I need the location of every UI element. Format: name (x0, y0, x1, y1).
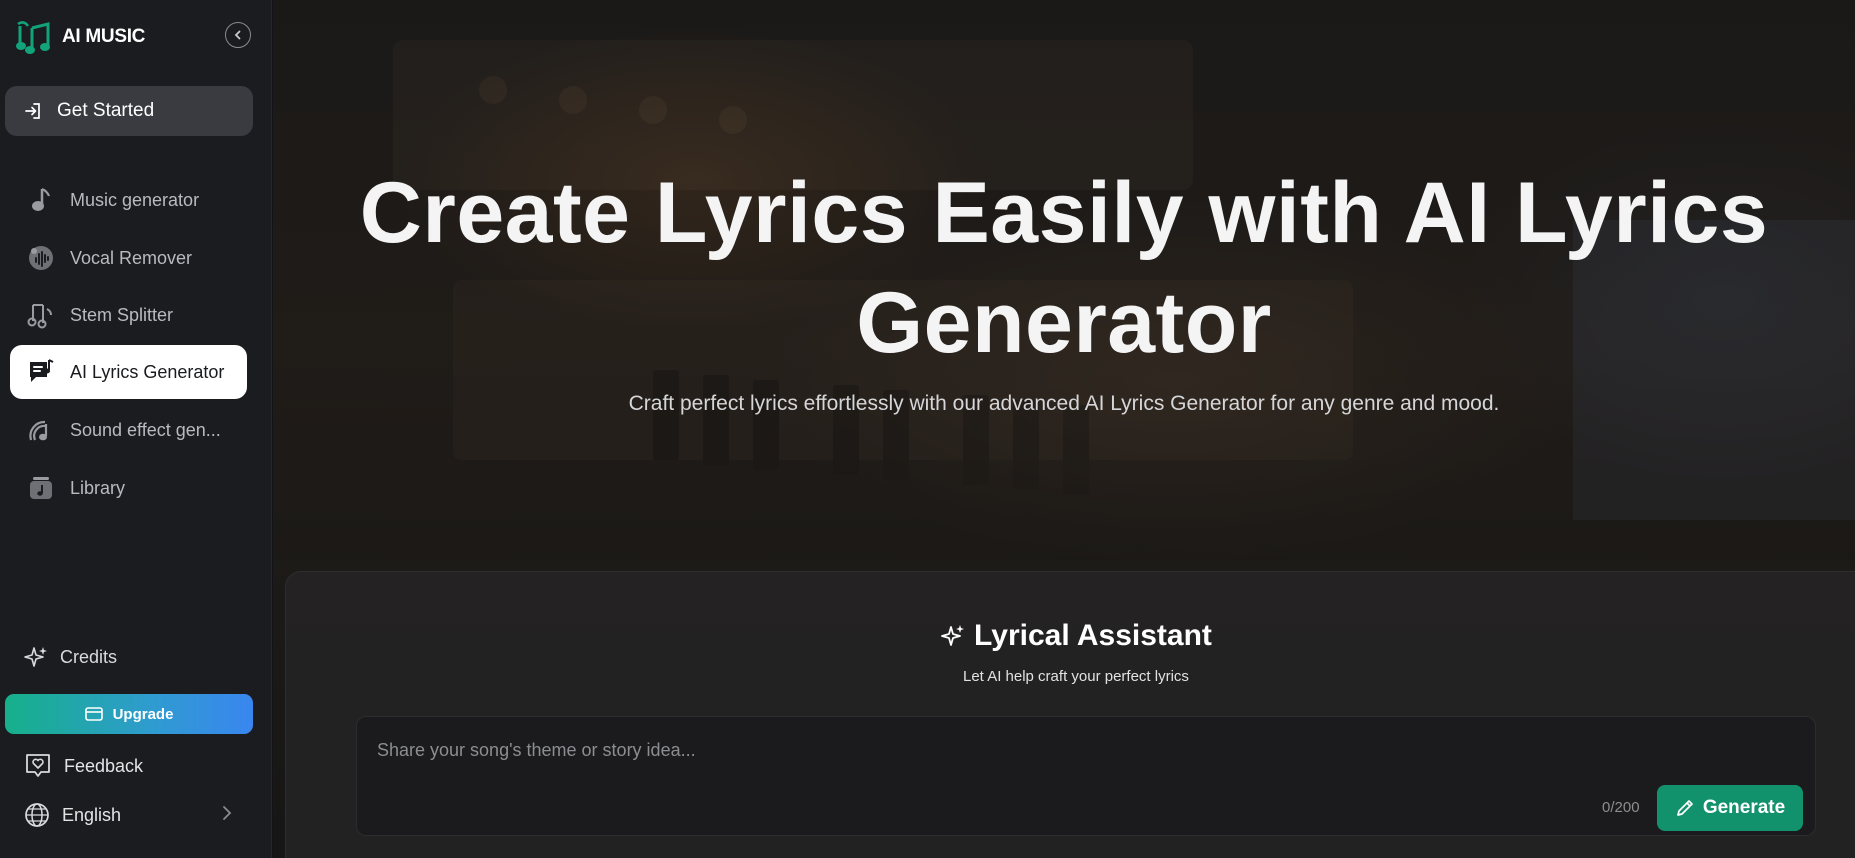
chevron-right-icon (223, 806, 232, 820)
upgrade-label: Upgrade (112, 705, 174, 723)
vocal-remover-icon (26, 243, 56, 273)
lyrics-theme-input[interactable] (377, 735, 1677, 765)
assistant-title: Lyrical Assistant (436, 619, 1716, 653)
get-started-button[interactable]: Get Started (5, 86, 253, 136)
credit-card-icon (84, 707, 103, 721)
credits-label: Credits (60, 646, 118, 667)
feedback-button[interactable]: Feedback (24, 752, 143, 780)
sidebar-item-label: Sound effect gen... (70, 419, 221, 440)
pencil-icon (1676, 800, 1693, 816)
sidebar-item-label: Library (70, 477, 126, 498)
prompt-box: 0/200 Generate (356, 716, 1816, 836)
brand[interactable]: AI MUSIC (14, 18, 145, 56)
sidebar-item-label: AI Lyrics Generator (70, 361, 225, 382)
get-started-label: Get Started (57, 100, 155, 121)
sidebar-item-label: Vocal Remover (70, 247, 193, 268)
app-root: AI MUSIC Get Started Music generator Voc… (0, 0, 1855, 858)
page-title: Create Lyrics Easily with AI Lyrics Gene… (273, 158, 1855, 378)
assistant-title-label: Lyrical Assistant (974, 619, 1212, 652)
sound-effect-icon (26, 415, 56, 445)
page-subtitle: Craft perfect lyrics effortlessly with o… (628, 392, 1500, 415)
lyrics-icon (26, 357, 56, 387)
chevron-left-icon (234, 30, 241, 40)
sidebar-item-ai-lyrics-generator[interactable]: AI Lyrics Generator (10, 345, 247, 399)
sidebar-item-library[interactable]: Library (10, 461, 247, 515)
assistant-subtitle: Let AI help craft your perfect lyrics (963, 668, 1189, 685)
feedback-label: Feedback (64, 755, 144, 776)
sidebar: AI MUSIC Get Started Music generator Voc… (0, 0, 272, 858)
music-note-icon (26, 185, 56, 215)
collapse-sidebar-button[interactable] (225, 22, 251, 48)
generate-label: Generate (1702, 797, 1786, 818)
page-title-line2: Generator (856, 275, 1272, 371)
sidebar-item-stem-splitter[interactable]: Stem Splitter (10, 288, 247, 342)
magic-sparkle-icon (941, 625, 965, 646)
language-selector[interactable]: English (24, 802, 234, 828)
lyrical-assistant-panel: Lyrical Assistant Let AI help craft your… (285, 571, 1855, 858)
sidebar-item-label: Stem Splitter (70, 304, 174, 325)
generate-button[interactable]: Generate (1657, 785, 1803, 831)
sidebar-item-sound-effect[interactable]: Sound effect gen... (10, 403, 247, 457)
sidebar-item-label: Music generator (70, 189, 200, 210)
music-logo-icon (16, 21, 50, 54)
brand-name: AI MUSIC (62, 26, 146, 47)
main-content: Create Lyrics Easily with AI Lyrics Gene… (273, 0, 1855, 858)
language-label: English (62, 804, 122, 825)
credits[interactable]: Credits (24, 645, 117, 669)
sparkles-icon (24, 647, 47, 667)
login-icon (25, 103, 40, 119)
page-title-line1: Create Lyrics Easily with AI Lyrics (359, 165, 1769, 261)
library-icon (26, 473, 56, 503)
feedback-heart-icon (26, 754, 50, 777)
character-counter: 0/200 (1602, 799, 1640, 816)
stem-splitter-icon (26, 300, 56, 330)
sidebar-item-vocal-remover[interactable]: Vocal Remover (10, 231, 247, 285)
sidebar-item-music-generator[interactable]: Music generator (10, 173, 247, 227)
upgrade-button[interactable]: Upgrade (5, 694, 253, 734)
globe-icon (25, 803, 49, 827)
